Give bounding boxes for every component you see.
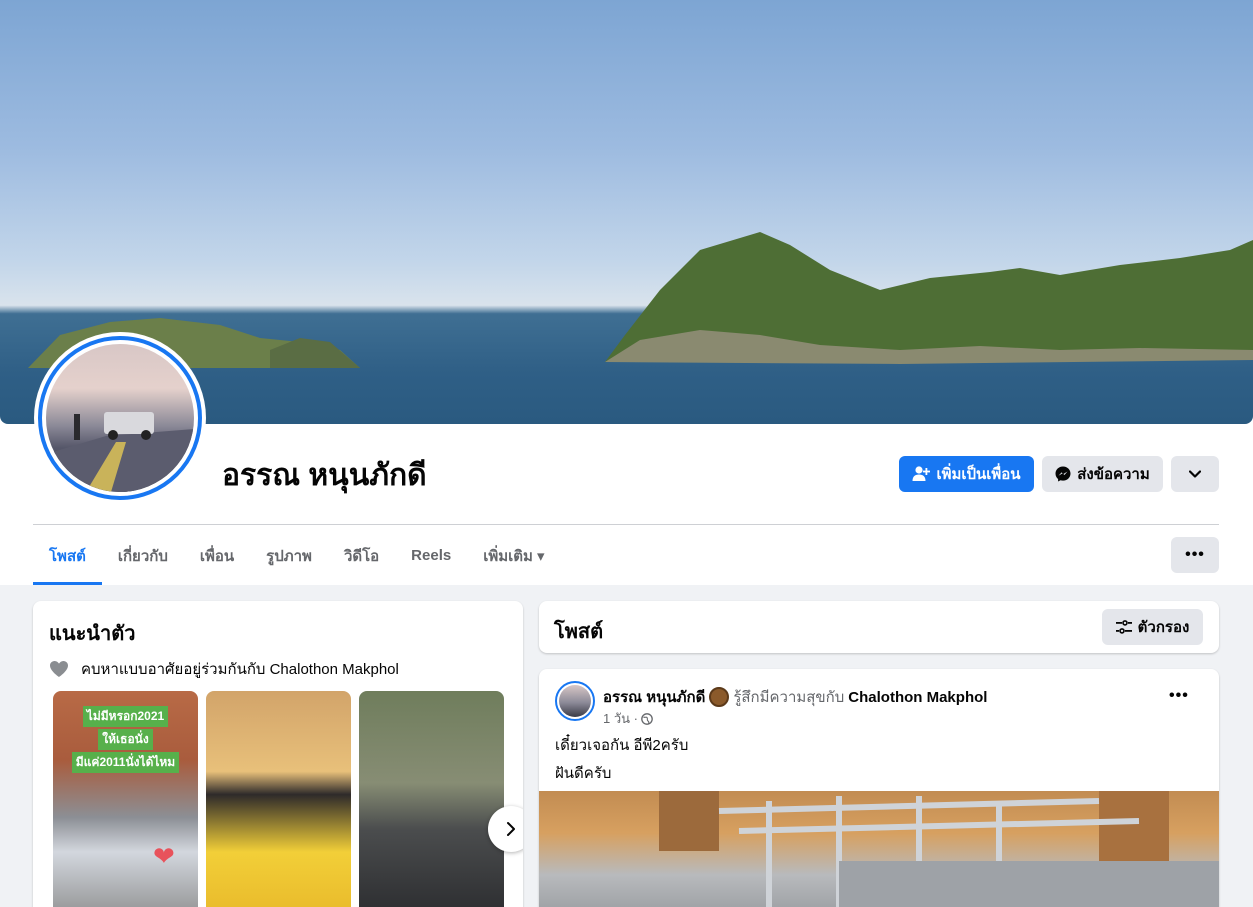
featured-photo[interactable] [359,691,504,907]
tab-photos[interactable]: รูปภาพ [250,526,328,585]
featured-photo[interactable]: ไม่มีหรอก2021 ให้เธอนั่ง มีแค่2011นั่งได… [53,691,198,907]
post-text-line: ฝันดีครับ [555,765,612,782]
post-avatar[interactable] [555,681,595,721]
featured-photos: ไม่มีหรอก2021 ให้เธอนั่ง มีแค่2011นั่งได… [53,691,504,907]
profile-avatar[interactable] [34,332,206,504]
post-options-button[interactable]: ••• [1169,687,1189,705]
intro-title: แนะนำตัว [49,623,136,645]
tagged-person[interactable]: Chalothon Makphol [848,689,987,706]
heart-sticker-icon: ❤ [153,841,175,871]
tab-videos[interactable]: วิดีโอ [328,526,395,585]
feeling-emoji-icon [709,687,730,707]
heart-icon [50,661,68,677]
avatar-ring [38,336,202,500]
chevron-down-icon [1189,470,1201,478]
add-friend-label: เพิ่มเป็นเพื่อน [936,466,1021,483]
tab-reels[interactable]: Reels [395,526,467,585]
message-button[interactable]: ส่งข้อความ [1042,456,1163,492]
filter-button[interactable]: ตัวกรอง [1102,609,1203,645]
header-divider [33,524,1219,525]
photo-caption: ไม่มีหรอก2021 ให้เธอนั่ง มีแค่2011นั่งได… [53,705,198,774]
profile-name: อรรณ หนุนภักดี [222,459,427,492]
relationship-text: คบหาแบบอาศัยอยู่ร่วมกันกับ Chalothon Mak… [81,661,399,678]
post-text-line: เดี๋ยวเจอกัน อีพี2ครับ [555,737,689,754]
relationship-row: คบหาแบบอาศัยอยู่ร่วมกันกับ Chalothon Mak… [49,657,399,681]
post-image[interactable] [539,791,1219,907]
post-author[interactable]: อรรณ หนุนภักดี [603,685,705,709]
caption-line: ให้เธอนั่ง [98,729,153,750]
tab-friends[interactable]: เพื่อน [184,526,250,585]
post-feeling: รู้สึกมีความสุขกับ [733,689,845,706]
posts-header-card: โพสต์ ตัวกรอง [539,601,1219,653]
filter-icon [1115,620,1132,634]
avatar-photo [46,344,194,492]
filter-label: ตัวกรอง [1137,619,1190,636]
chevron-right-icon [507,822,515,836]
profile-tabs: โพสต์ เกี่ยวกับ เพื่อน รูปภาพ วิดีโอ Ree… [33,526,561,585]
profile-options-button[interactable] [1171,456,1219,492]
tab-more[interactable]: เพิ่มเติม ▾ [467,526,560,585]
post-card: อรรณ หนุนภักดี รู้สึกมีความสุขกับ Chalot… [539,669,1219,907]
caption-line: มีแค่2011นั่งได้ไหม [71,752,180,773]
post-meta: 1 วัน · [603,708,653,729]
more-dots-icon: ••• [1185,546,1205,563]
caption-line: ไม่มีหรอก2021 [82,706,169,727]
intro-card: แนะนำตัว คบหาแบบอาศัยอยู่ร่วมกันกับ Chal… [33,601,523,907]
post-header: อรรณ หนุนภักดี รู้สึกมีความสุขกับ Chalot… [603,685,987,709]
tab-posts[interactable]: โพสต์ [33,526,102,585]
message-label: ส่งข้อความ [1077,466,1150,483]
tab-about[interactable]: เกี่ยวกับ [102,526,184,585]
add-friend-icon [912,466,931,481]
tabs-more-button[interactable]: ••• [1171,537,1219,573]
messenger-icon [1055,466,1071,482]
globe-icon [641,712,653,725]
featured-photo[interactable] [206,691,351,907]
posts-title: โพสต์ [554,621,604,643]
post-time[interactable]: 1 วัน · [603,708,638,729]
add-friend-button[interactable]: เพิ่มเป็นเพื่อน [899,456,1034,492]
